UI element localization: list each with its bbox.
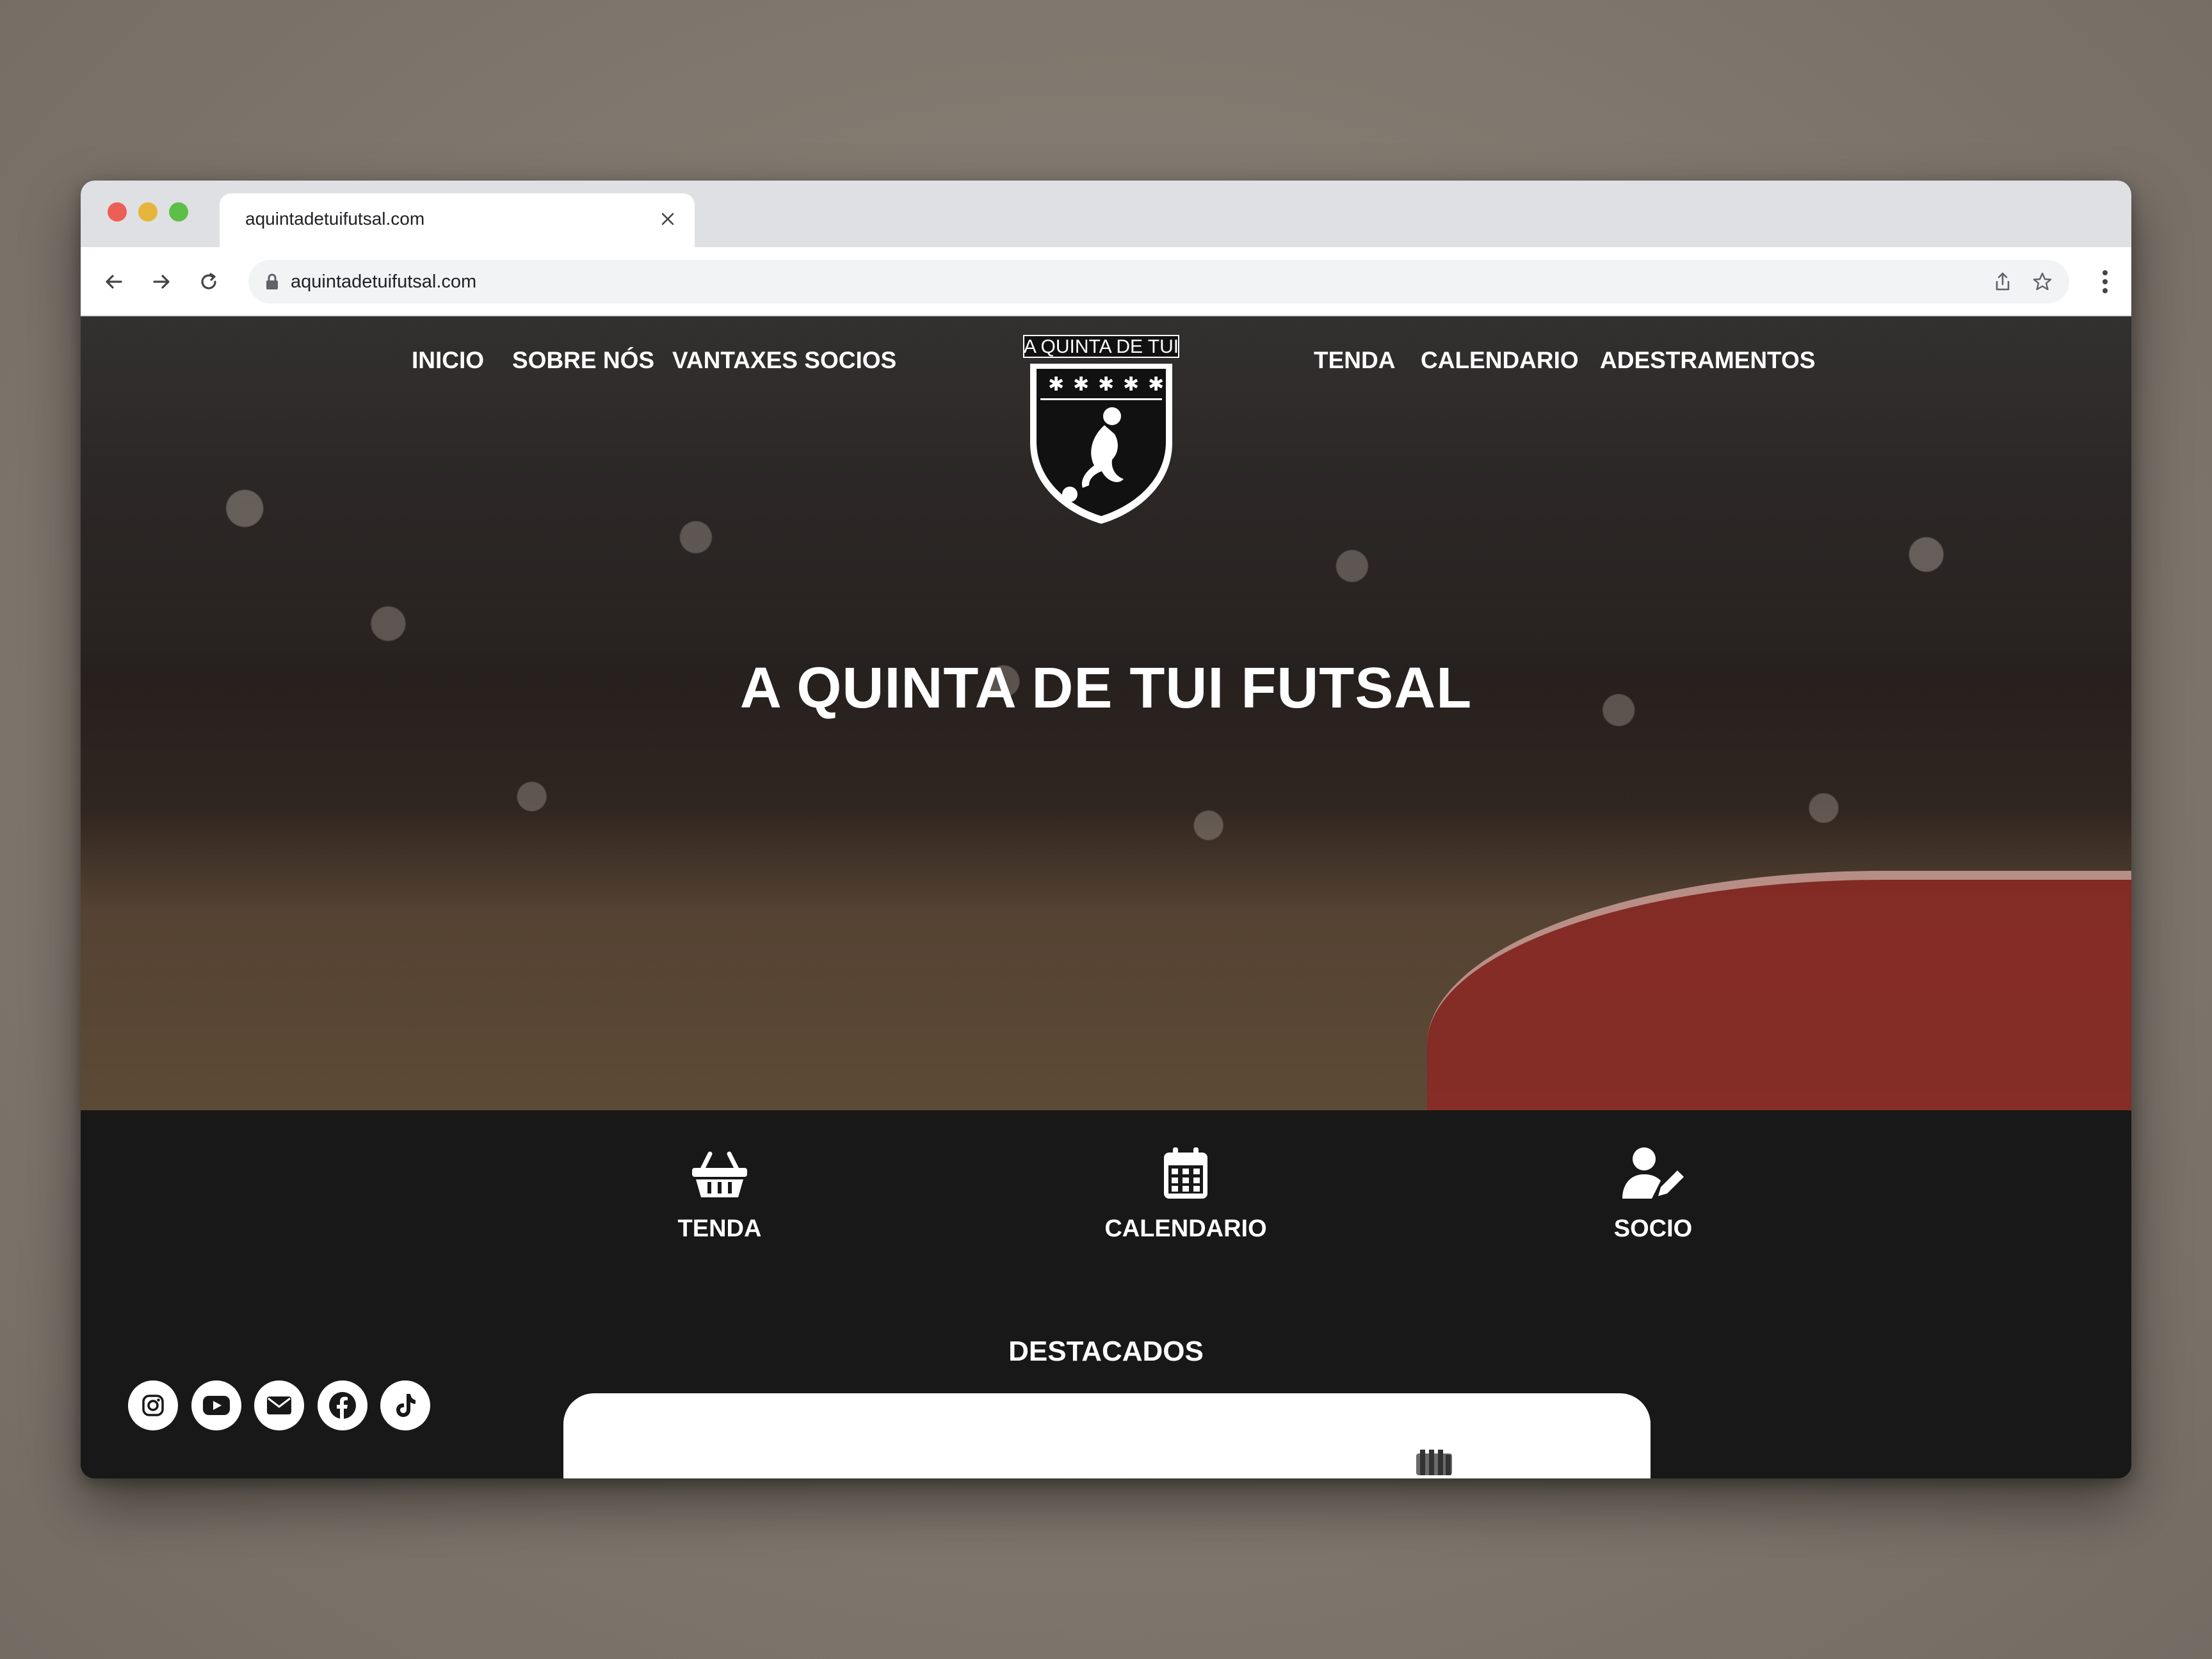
svg-text:✱: ✱: [1098, 373, 1114, 396]
user-edit-icon: [1525, 1142, 1781, 1200]
feature-socio[interactable]: SOCIO: [1525, 1142, 1781, 1243]
svg-text:✱: ✱: [1148, 373, 1164, 396]
featured-card[interactable]: [563, 1393, 1651, 1478]
nav-link-adestramentos[interactable]: ADESTRAMENTOS: [1600, 347, 1815, 374]
facebook-icon[interactable]: [318, 1380, 367, 1430]
email-icon[interactable]: [254, 1380, 304, 1430]
url-text: aquintadetuifutsal.com: [291, 271, 477, 292]
feature-calendario[interactable]: CALENDARIO: [1058, 1142, 1314, 1243]
tab-bar: aquintadetuifutsal.com: [81, 181, 2131, 247]
minimize-window-button[interactable]: [138, 202, 157, 222]
tab-title: aquintadetuifutsal.com: [245, 209, 425, 229]
feature-label-calendario: CALENDARIO: [1104, 1215, 1267, 1242]
nav-link-inicio[interactable]: INICIO: [412, 347, 484, 374]
feature-tenda[interactable]: TENDA: [592, 1142, 848, 1243]
browser-window: aquintadetuifutsal.com aquintadetuifutsa…: [81, 181, 2131, 1478]
svg-text:✱: ✱: [1123, 373, 1139, 396]
hero-title: A QUINTA DE TUI FUTSAL: [739, 656, 1473, 720]
tiktok-icon[interactable]: [380, 1380, 430, 1430]
hero-section: INICIO SOBRE NÓS VANTAXES SOCIOS A QUINT…: [81, 316, 2131, 1110]
featured-product-image: [1415, 1450, 1453, 1475]
feature-label-socio: SOCIO: [1613, 1215, 1693, 1242]
forward-arrow-icon[interactable]: [146, 266, 177, 297]
nav-link-tenda[interactable]: TENDA: [1314, 347, 1395, 374]
nav-link-sobre-nos[interactable]: SOBRE NÓS: [512, 347, 654, 374]
features-section: TENDA CALENDARIO SOCIO DESTACADOS: [81, 1110, 2131, 1478]
youtube-icon[interactable]: [191, 1380, 241, 1430]
back-arrow-icon[interactable]: [99, 266, 129, 297]
svg-text:✱: ✱: [1073, 373, 1089, 396]
maximize-window-button[interactable]: [169, 202, 188, 222]
browser-toolbar: aquintadetuifutsal.com: [81, 247, 2131, 316]
nav-link-calendario[interactable]: CALENDARIO: [1421, 347, 1579, 374]
featured-section-title: DESTACADOS: [1008, 1336, 1204, 1367]
browser-tab[interactable]: aquintadetuifutsal.com: [220, 193, 695, 247]
address-bar[interactable]: aquintadetuifutsal.com: [248, 260, 2069, 303]
club-logo[interactable]: A QUINTA DE TUI ✱ ✱ ✱ ✱ ✱: [1022, 334, 1180, 526]
browser-menu-icon[interactable]: [2095, 266, 2115, 297]
close-tab-icon[interactable]: [655, 206, 681, 232]
svg-text:A QUINTA DE TUI: A QUINTA DE TUI: [1024, 336, 1179, 357]
share-icon[interactable]: [1990, 269, 2015, 295]
svg-text:✱: ✱: [1048, 373, 1064, 396]
basket-icon: [592, 1142, 848, 1200]
close-window-button[interactable]: [108, 202, 127, 222]
lock-icon: [265, 273, 279, 294]
nav-link-vantaxes-socios[interactable]: VANTAXES SOCIOS: [672, 347, 896, 374]
reload-icon[interactable]: [193, 266, 224, 297]
feature-label-tenda: TENDA: [677, 1215, 762, 1242]
instagram-icon[interactable]: [128, 1380, 178, 1430]
bookmark-star-icon[interactable]: [2030, 269, 2055, 295]
page-viewport: INICIO SOBRE NÓS VANTAXES SOCIOS A QUINT…: [81, 316, 2131, 1478]
calendar-icon: [1058, 1142, 1314, 1200]
